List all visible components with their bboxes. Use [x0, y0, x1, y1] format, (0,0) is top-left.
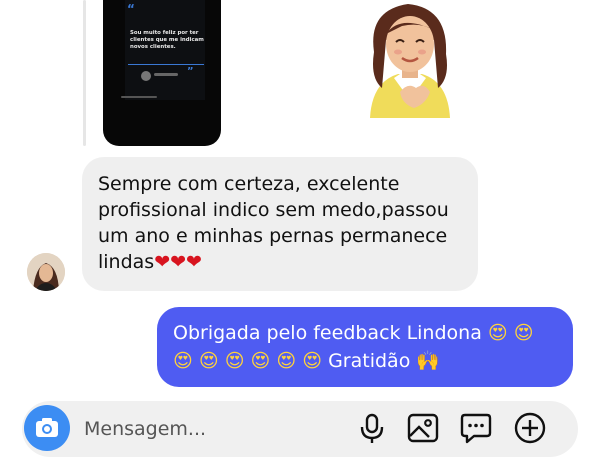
received-message-text: Sempre com certeza, excelente profission…	[98, 173, 449, 273]
post-preview-footer	[121, 96, 157, 98]
reply-quote-line	[83, 0, 86, 146]
post-preview-text: Sou muito feliz por ter clientes que me …	[130, 30, 204, 50]
open-quote-mark: “	[127, 2, 135, 16]
sender-avatar[interactable]	[27, 253, 65, 291]
post-preview-handle	[154, 73, 178, 76]
received-message-bubble[interactable]: Sempre com certeza, excelente profission…	[82, 157, 478, 291]
post-preview-avatar	[141, 71, 151, 81]
sent-message-bubble[interactable]: Obrigada pelo feedback Lindona 😍 😍 😍 😍 😍…	[157, 307, 573, 387]
image-icon[interactable]	[406, 411, 440, 445]
plus-icon[interactable]	[513, 411, 547, 445]
raised-hands-emoji: 🙌	[416, 350, 441, 372]
memoji-heart-sticker-icon[interactable]	[350, 0, 470, 118]
post-preview-divider	[128, 64, 204, 65]
camera-icon	[36, 418, 58, 437]
close-quote-mark: ”	[187, 66, 194, 77]
camera-button[interactable]	[24, 405, 70, 451]
message-input[interactable]	[82, 415, 316, 443]
sent-message-text: Obrigada pelo feedback Lindona	[173, 322, 488, 344]
gratitude-text: Gratidão	[322, 350, 417, 372]
sticker-chat-icon[interactable]	[459, 411, 493, 445]
microphone-icon[interactable]	[355, 411, 389, 445]
avatar-photo-icon	[27, 253, 65, 291]
shared-post-preview[interactable]: “ Sou muito feliz por ter clientes que m…	[103, 0, 221, 146]
heart-emojis: ❤❤❤	[154, 251, 202, 273]
